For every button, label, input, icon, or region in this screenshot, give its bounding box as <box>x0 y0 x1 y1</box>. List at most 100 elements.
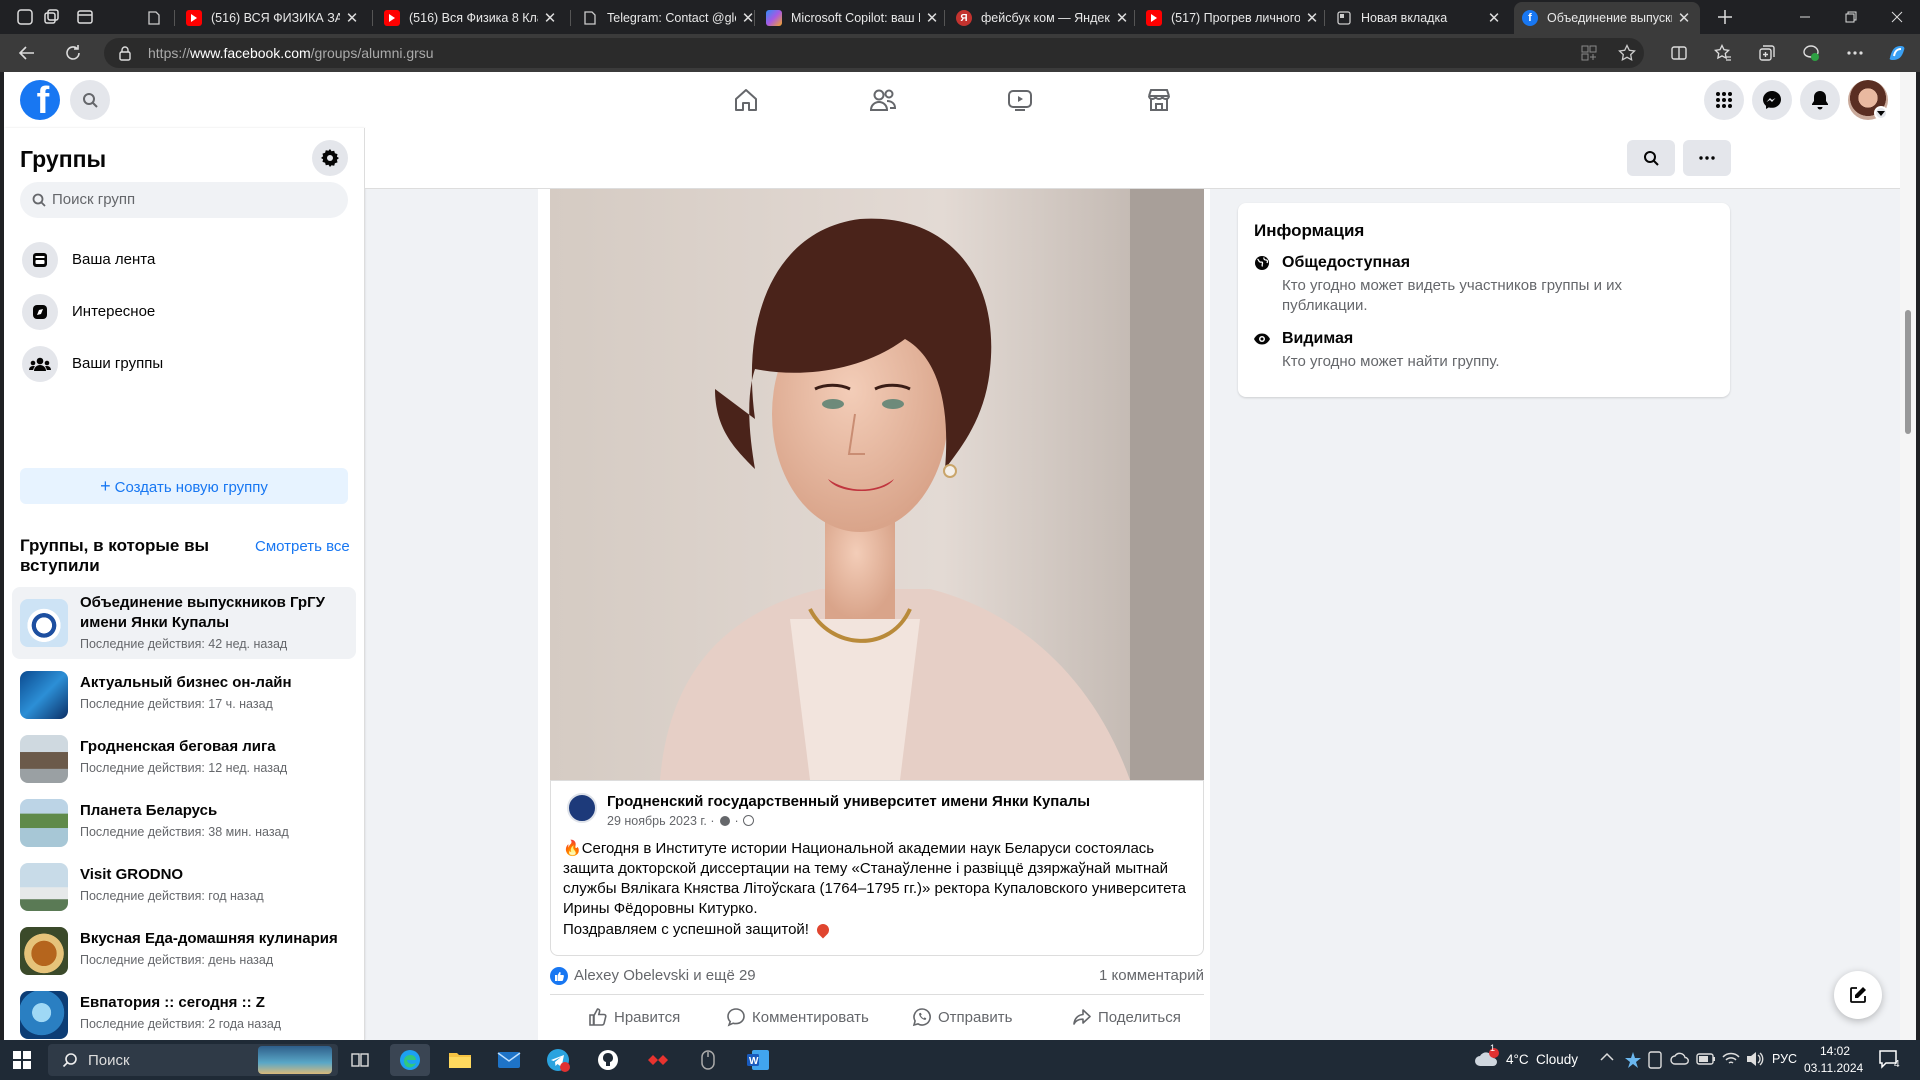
new-tab-button[interactable] <box>1714 6 1736 28</box>
network-status-icon[interactable] <box>1624 1051 1642 1069</box>
sidebar-item-feed[interactable]: Ваша лента <box>20 238 350 282</box>
clock-date[interactable]: 03.11.2024 <box>1804 1061 1863 1075</box>
edge-app-icon[interactable] <box>390 1044 430 1076</box>
cloud-icon[interactable] <box>1670 1052 1690 1066</box>
tab-youtube-2[interactable]: (516) Вся Физика 8 Клас ✕ <box>376 2 566 34</box>
close-icon[interactable]: ✕ <box>1486 9 1502 27</box>
wifi-icon[interactable] <box>1722 1051 1740 1067</box>
weather-temp[interactable]: 4°C <box>1506 1052 1529 1067</box>
anydesk-app-icon[interactable] <box>638 1044 678 1076</box>
lock-icon[interactable] <box>118 45 132 61</box>
menu-grid-icon[interactable] <box>1704 80 1744 120</box>
notifications-bell-icon[interactable] <box>1800 80 1840 120</box>
scrollbar-thumb[interactable] <box>1905 310 1911 434</box>
weather-cloud-icon[interactable] <box>1474 1048 1500 1070</box>
mouse-app-icon[interactable] <box>688 1044 728 1076</box>
share-button[interactable]: Поделиться <box>1072 1005 1181 1029</box>
friends-icon[interactable] <box>866 84 900 116</box>
comment-button[interactable]: Комментировать <box>726 1005 869 1029</box>
chevron-up-icon[interactable] <box>1600 1052 1614 1062</box>
tab-new[interactable]: Новая вкладка ✕ <box>1328 2 1510 34</box>
group-search-input[interactable]: Поиск групп <box>20 182 348 218</box>
shared-date[interactable]: 29 ноябрь 2023 г. · · <box>607 814 755 828</box>
minimize-button[interactable] <box>1782 0 1828 34</box>
group-item-planet-belarus[interactable]: Планета Беларусь Последние действия: 38 … <box>12 791 356 855</box>
tab-youtube-1[interactable]: (516) ВСЯ ФИЗИКА ЗА 5 ✕ <box>178 2 368 34</box>
more-options-icon[interactable] <box>1844 42 1866 64</box>
collections-icon[interactable] <box>1756 42 1778 64</box>
comments-count[interactable]: 1 комментарий <box>1099 967 1204 984</box>
search-highlight-image[interactable] <box>258 1046 332 1074</box>
search-icon[interactable] <box>70 80 110 120</box>
copilot-icon[interactable] <box>1886 42 1908 64</box>
word-app-icon[interactable]: W <box>738 1044 778 1076</box>
group-item-tasty-food[interactable]: Вкусная Еда-домашняя кулинария Последние… <box>12 919 356 983</box>
close-window-button[interactable] <box>1874 0 1920 34</box>
battery-icon[interactable] <box>1696 1053 1716 1065</box>
post-photo[interactable] <box>550 189 1204 780</box>
send-button[interactable]: Отправить <box>912 1005 1012 1029</box>
chevron-down-icon[interactable] <box>1874 106 1888 120</box>
tab-yandex[interactable]: Я фейсбук ком — Яндекс ✕ <box>948 2 1138 34</box>
tab-blank[interactable] <box>138 2 168 34</box>
telegram-app-icon[interactable] <box>538 1044 578 1076</box>
group-item-visit-grodno[interactable]: Visit GRODNO Последние действия: год наз… <box>12 855 356 919</box>
app-available-icon[interactable] <box>1580 44 1598 62</box>
task-view-icon[interactable] <box>340 1044 380 1076</box>
watch-icon[interactable] <box>1003 84 1037 116</box>
like-button[interactable]: Нравится <box>588 1005 680 1029</box>
page-scrollbar[interactable] <box>1900 72 1916 1040</box>
device-icon[interactable] <box>1648 1051 1662 1069</box>
close-icon[interactable]: ✕ <box>344 9 360 27</box>
mail-app-icon[interactable] <box>489 1044 529 1076</box>
close-icon[interactable]: ✕ <box>924 9 940 27</box>
group-item-running-league[interactable]: Гродненская беговая лига Последние дейст… <box>12 727 356 791</box>
address-bar[interactable]: https://www.facebook.com/groups/alumni.g… <box>104 38 1644 68</box>
favorite-star-icon[interactable] <box>1618 44 1636 62</box>
browser-essentials-icon[interactable] <box>1800 42 1822 64</box>
taskbar-search[interactable]: Поиск <box>48 1044 338 1076</box>
workspaces-icon[interactable] <box>40 6 62 28</box>
shared-author[interactable]: Гродненский государственный университет … <box>607 793 1090 810</box>
back-icon[interactable] <box>16 42 38 64</box>
close-icon[interactable]: ✕ <box>1114 9 1130 27</box>
volume-icon[interactable] <box>1746 1051 1764 1067</box>
home-icon[interactable] <box>729 84 763 116</box>
university-avatar[interactable] <box>567 793 597 823</box>
new-message-button[interactable] <box>1834 971 1882 1019</box>
group-item-business[interactable]: Актуальный бизнес он-лайн Последние дейс… <box>12 663 356 727</box>
clock-time[interactable]: 14:02 <box>1820 1044 1850 1058</box>
favorites-icon[interactable] <box>1712 42 1734 64</box>
group-item-grsu-alumni[interactable]: Объединение выпускников ГрГУ имени Янки … <box>12 587 356 659</box>
tab-telegram[interactable]: Telegram: Contact @glo ✕ <box>574 2 764 34</box>
see-all-link[interactable]: Смотреть все <box>255 538 350 555</box>
restore-button[interactable] <box>1828 0 1874 34</box>
profile-icon[interactable] <box>14 6 36 28</box>
sidebar-item-discover[interactable]: Интересное <box>20 290 350 334</box>
windows-start-icon[interactable] <box>2 1044 42 1076</box>
marketplace-icon[interactable] <box>1142 84 1176 116</box>
group-item-evpatoria[interactable]: Евпатория :: сегодня :: Z Последние дейс… <box>12 983 356 1040</box>
close-icon[interactable]: ✕ <box>1676 9 1692 27</box>
like-badge-icon[interactable] <box>550 967 568 985</box>
facebook-logo[interactable]: f <box>20 80 60 120</box>
refresh-icon[interactable] <box>62 42 84 64</box>
sidebar-item-your-groups[interactable]: Ваши группы <box>20 342 350 386</box>
split-screen-icon[interactable] <box>1668 42 1690 64</box>
language-indicator[interactable]: РУС <box>1772 1052 1797 1066</box>
gear-icon[interactable] <box>312 140 348 176</box>
file-explorer-icon[interactable] <box>440 1044 480 1076</box>
group-search-button[interactable] <box>1627 140 1675 176</box>
github-app-icon[interactable] <box>588 1044 628 1076</box>
shared-post[interactable]: Гродненский государственный университет … <box>550 780 1204 956</box>
more-options-button[interactable] <box>1683 140 1731 176</box>
tab-facebook-active[interactable]: f Объединение выпускни ✕ <box>1514 2 1700 34</box>
messenger-icon[interactable] <box>1752 80 1792 120</box>
tab-copilot[interactable]: Microsoft Copilot: ваш И ✕ <box>758 2 948 34</box>
tab-actions-icon[interactable] <box>74 6 96 28</box>
weather-text[interactable]: Cloudy <box>1536 1052 1578 1067</box>
close-icon[interactable]: ✕ <box>1304 9 1320 27</box>
reactions-text[interactable]: Alexey Obelevski и ещё 29 <box>574 967 756 984</box>
close-icon[interactable]: ✕ <box>542 9 558 27</box>
create-group-button[interactable]: + Создать новую группу <box>20 468 348 504</box>
